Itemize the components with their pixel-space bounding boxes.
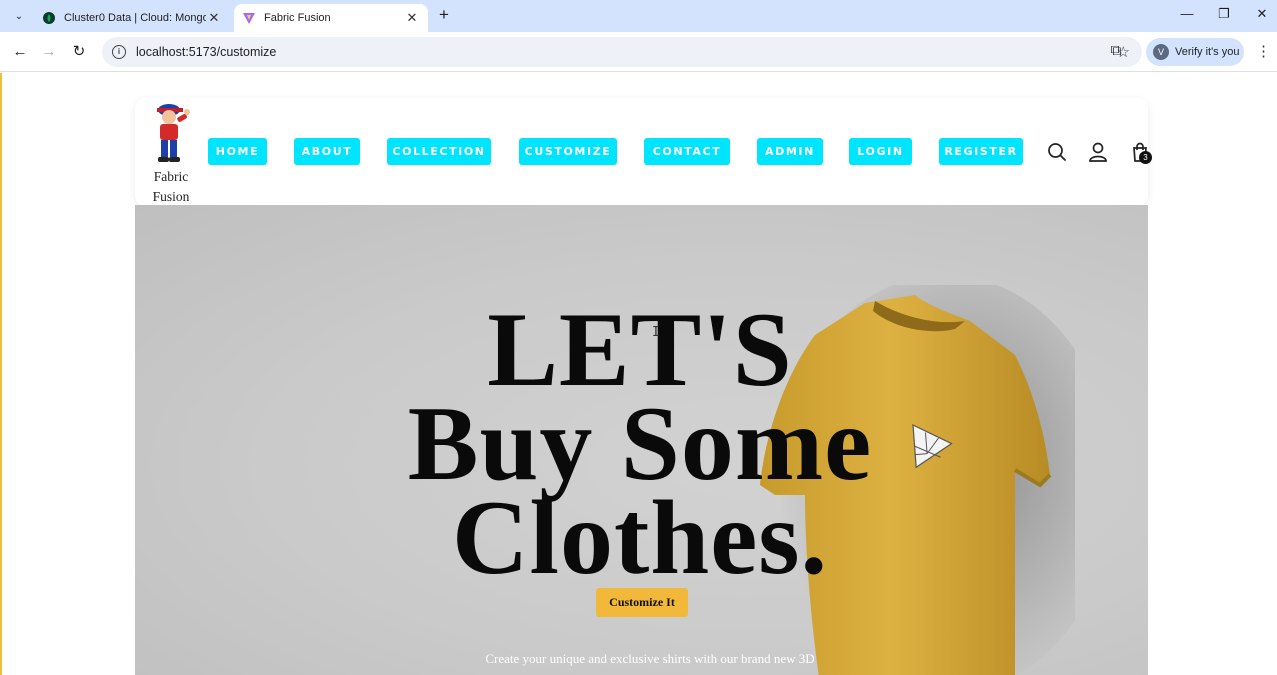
page-left-border: [0, 73, 2, 675]
hero-section: LET'S Buy Some Clothes. Customize It Cre…: [135, 205, 1148, 675]
site-info-icon[interactable]: i: [112, 45, 126, 59]
browser-toolbar: ← → ↻ i localhost:5173/customize ☆ ⧉ V V…: [0, 32, 1277, 72]
profile-avatar-icon: V: [1153, 44, 1169, 60]
tab-mongodb[interactable]: Cluster0 Data | Cloud: MongoDB ✕: [34, 4, 230, 32]
back-arrow-icon[interactable]: ←: [8, 40, 32, 64]
hero-subtitle: Create your unique and exclusive shirts …: [485, 651, 815, 666]
hero-title-line3: Clothes.: [451, 479, 829, 596]
site-header: Fabric Fusion HOME ABOUT COLLECTION CUST…: [135, 98, 1148, 206]
close-tab-icon[interactable]: ✕: [404, 10, 420, 26]
nav-home[interactable]: HOME: [208, 138, 267, 165]
tab-search-chevron-icon[interactable]: ⌄: [8, 6, 30, 26]
minimize-icon[interactable]: —: [1175, 6, 1199, 21]
hero-title-line2: Buy Some: [407, 385, 873, 502]
logo-text-line2: Fusion: [152, 189, 190, 204]
search-icon[interactable]: [1047, 142, 1067, 162]
logo-mascot-icon: [151, 100, 191, 164]
tab-title: Fabric Fusion: [264, 12, 331, 24]
hero-title: LET'S Buy Some Clothes.: [380, 291, 900, 596]
tab-fabric-fusion[interactable]: Fabric Fusion ✕: [234, 4, 428, 32]
restore-icon[interactable]: ❐: [1212, 6, 1236, 22]
close-tab-icon[interactable]: ✕: [206, 10, 222, 26]
logo-text-line1: Fabric: [153, 169, 189, 184]
nav-admin[interactable]: ADMIN: [757, 138, 823, 165]
window-close-icon[interactable]: ✕: [1250, 6, 1274, 22]
menu-kebab-icon[interactable]: ⋮: [1256, 42, 1271, 60]
nav-customize[interactable]: CUSTOMIZE: [519, 138, 617, 165]
site-logo[interactable]: Fabric Fusion: [145, 98, 197, 207]
nav-contact[interactable]: CONTACT: [644, 138, 730, 165]
nav-register[interactable]: REGISTER: [939, 138, 1023, 165]
browser-tab-bar: ⌄ Cluster0 Data | Cloud: MongoDB ✕ Fabri…: [0, 0, 1277, 32]
address-bar[interactable]: i localhost:5173/customize ☆: [102, 37, 1142, 67]
user-icon[interactable]: [1088, 142, 1108, 162]
tab-title: Cluster0 Data | Cloud: MongoDB: [64, 12, 206, 24]
hero-title-line1: LET'S: [487, 291, 793, 408]
cart-count-badge: 3: [1139, 151, 1152, 164]
forward-arrow-icon[interactable]: →: [37, 40, 61, 64]
nav-collection[interactable]: COLLECTION: [387, 138, 491, 165]
profile-label: Verify it's you: [1175, 46, 1240, 58]
vite-icon: [242, 11, 256, 25]
url-text: localhost:5173/customize: [136, 45, 277, 59]
profile-button[interactable]: V Verify it's you: [1146, 38, 1244, 66]
text-cursor-icon: I: [652, 325, 660, 340]
reload-icon[interactable]: ↻: [67, 40, 91, 64]
nav-about[interactable]: ABOUT: [294, 138, 360, 165]
new-tab-plus-icon[interactable]: +: [434, 6, 454, 26]
nav-login[interactable]: LOGIN: [849, 138, 912, 165]
mongodb-leaf-icon: [42, 11, 56, 25]
extensions-puzzle-icon[interactable]: ⧉: [1106, 42, 1126, 62]
customize-it-button[interactable]: Customize It: [596, 588, 688, 617]
